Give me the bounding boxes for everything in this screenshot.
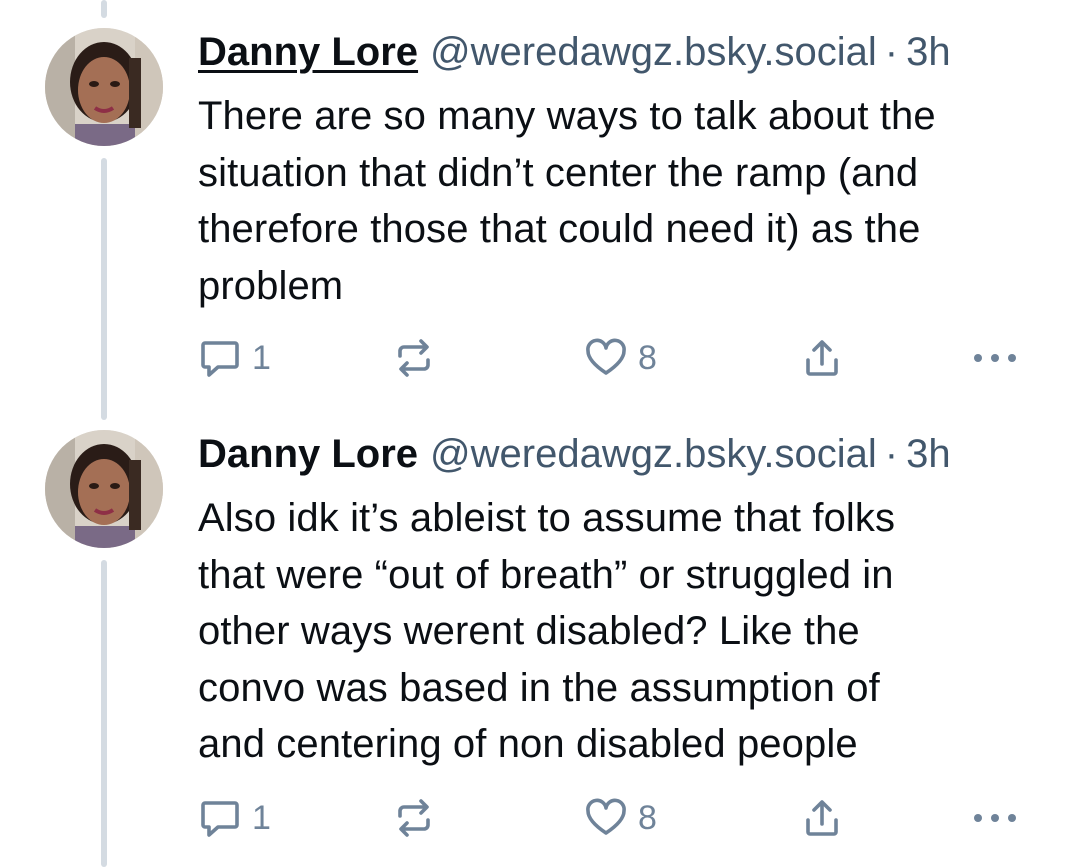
avatar[interactable]: [45, 28, 163, 146]
post-timestamp[interactable]: 3h: [906, 432, 951, 476]
reply-icon: [198, 796, 242, 840]
share-icon: [800, 796, 844, 840]
post-text-line: that were “out of breath” or struggled i…: [198, 552, 894, 597]
post-actions: 1 8: [198, 796, 1028, 840]
more-dots-icon: [970, 336, 1020, 380]
like-count: 8: [638, 798, 657, 837]
post-timestamp[interactable]: 3h: [906, 30, 951, 74]
reply-count: 1: [252, 798, 271, 837]
post-text-line: situation that didn’t center the ramp (a…: [198, 150, 919, 195]
repost-button[interactable]: [392, 336, 436, 380]
separator-dot: ·: [884, 30, 899, 74]
like-count: 8: [638, 338, 657, 377]
reply-button[interactable]: 1: [198, 796, 271, 840]
avatar[interactable]: [45, 430, 163, 548]
post[interactable]: Danny Lore @weredawgz.bsky.social · 3h Also…: [0, 420, 1080, 867]
post-text-line: problem: [198, 263, 344, 308]
post-text: There are so many ways to talk about the…: [198, 88, 1038, 314]
share-icon: [800, 336, 844, 380]
post-text-line: There are so many ways to talk about the: [198, 94, 936, 138]
more-options-button[interactable]: [970, 796, 1020, 840]
share-button[interactable]: [800, 796, 844, 840]
post-actions: 1 8: [198, 336, 1028, 380]
post-text-line: therefore those that could need it) as t…: [198, 207, 921, 251]
more-dots-icon: [970, 796, 1020, 840]
author-name[interactable]: Danny Lore: [198, 432, 418, 476]
repost-icon: [392, 336, 436, 380]
like-button[interactable]: 8: [584, 796, 657, 840]
author-name[interactable]: Danny Lore: [198, 30, 418, 74]
reply-button[interactable]: 1: [198, 336, 271, 380]
author-handle[interactable]: @weredawgz.bsky.social: [430, 432, 877, 476]
heart-icon: [584, 336, 628, 380]
reply-count: 1: [252, 338, 271, 377]
more-options-button[interactable]: [970, 336, 1020, 380]
post[interactable]: Danny Lore @weredawgz.bsky.social · 3h Ther…: [0, 0, 1080, 420]
post-text-line: other ways werent disabled? Like the: [198, 609, 860, 653]
repost-button[interactable]: [392, 796, 436, 840]
share-button[interactable]: [800, 336, 844, 380]
post-text-line: Also idk it’s ableist to assume that fol…: [198, 496, 896, 540]
separator-dot: ·: [884, 432, 899, 476]
reply-icon: [198, 336, 242, 380]
author-handle[interactable]: @weredawgz.bsky.social: [430, 30, 877, 74]
like-button[interactable]: 8: [584, 336, 657, 380]
post-text-line: convo was based in the assumption of: [198, 665, 880, 710]
heart-icon: [584, 796, 628, 840]
post-text: Also idk it’s ableist to assume that fol…: [198, 490, 1038, 773]
repost-icon: [392, 796, 436, 840]
post-text-line: and centering of non disabled people: [198, 722, 858, 766]
